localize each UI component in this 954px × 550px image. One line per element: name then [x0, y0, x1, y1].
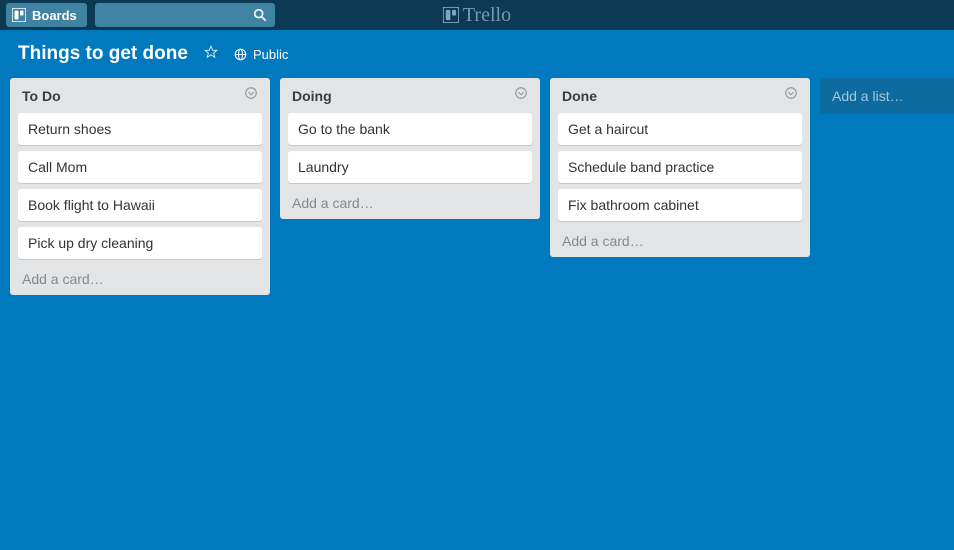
list-done: Done Get a haircut Schedule band practic… — [550, 78, 810, 257]
boards-button[interactable]: Boards — [6, 3, 87, 27]
card[interactable]: Go to the bank — [288, 113, 532, 145]
list-title[interactable]: Doing — [292, 88, 332, 104]
visibility-label: Public — [253, 47, 288, 62]
star-icon — [204, 45, 218, 59]
list-title[interactable]: Done — [562, 88, 597, 104]
add-list-button[interactable]: Add a list… — [820, 78, 954, 114]
list-header: Doing — [288, 86, 532, 107]
trello-icon — [443, 7, 459, 23]
list-header: To Do — [18, 86, 262, 107]
list-menu-button[interactable] — [784, 86, 798, 105]
card[interactable]: Call Mom — [18, 151, 262, 183]
add-card-button[interactable]: Add a card… — [18, 265, 262, 289]
board-canvas: To Do Return shoes Call Mom Book flight … — [0, 78, 954, 295]
dropdown-icon — [244, 86, 258, 100]
card[interactable]: Fix bathroom cabinet — [558, 189, 802, 221]
star-button[interactable] — [204, 45, 218, 64]
search-icon — [253, 8, 267, 22]
visibility-button[interactable]: Public — [234, 47, 288, 62]
list-title[interactable]: To Do — [22, 88, 61, 104]
card[interactable]: Return shoes — [18, 113, 262, 145]
card[interactable]: Laundry — [288, 151, 532, 183]
globe-icon — [234, 48, 247, 61]
list-menu-button[interactable] — [514, 86, 528, 105]
list-to-do: To Do Return shoes Call Mom Book flight … — [10, 78, 270, 295]
board-header: Things to get done Public — [0, 30, 954, 78]
board-title: Things to get done — [18, 43, 188, 65]
boards-icon — [12, 8, 26, 22]
dropdown-icon — [784, 86, 798, 100]
card[interactable]: Get a haircut — [558, 113, 802, 145]
list-header: Done — [558, 86, 802, 107]
brand-name: Trello — [463, 4, 511, 27]
list-doing: Doing Go to the bank Laundry Add a card… — [280, 78, 540, 219]
search-input[interactable] — [95, 3, 275, 27]
card[interactable]: Pick up dry cleaning — [18, 227, 262, 259]
card[interactable]: Schedule band practice — [558, 151, 802, 183]
card[interactable]: Book flight to Hawaii — [18, 189, 262, 221]
list-menu-button[interactable] — [244, 86, 258, 105]
add-card-button[interactable]: Add a card… — [288, 189, 532, 213]
brand-logo: Trello — [443, 0, 511, 30]
topbar: Boards Trello — [0, 0, 954, 30]
add-card-button[interactable]: Add a card… — [558, 227, 802, 251]
dropdown-icon — [514, 86, 528, 100]
boards-button-label: Boards — [32, 8, 77, 23]
